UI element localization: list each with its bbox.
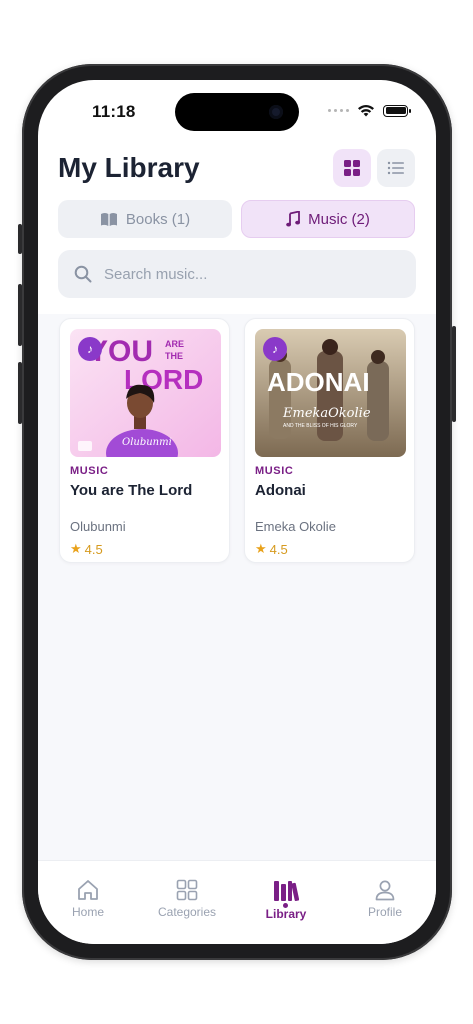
list-view-button[interactable] <box>377 149 415 187</box>
library-card[interactable]: ADONAI EmekaOkolie AND THE BLISS OF HIS … <box>244 318 415 563</box>
tab-music[interactable]: Music (2) <box>241 200 415 238</box>
music-note-icon <box>286 211 301 227</box>
tab-books-label: Books (1) <box>125 210 191 228</box>
book-icon <box>100 212 117 226</box>
search-icon <box>74 265 92 283</box>
home-icon <box>78 880 98 900</box>
signal-icon <box>328 109 349 112</box>
star-icon: ★ <box>255 541 267 556</box>
phone-frame: 11:18 My Library Books (1) Music (2) Sea… <box>18 64 456 960</box>
tab-music-label: Music (2) <box>308 210 370 228</box>
nav-categories-label: Categories <box>157 905 217 919</box>
nav-home[interactable]: Home <box>43 879 133 919</box>
svg-text:ARE: ARE <box>165 339 184 349</box>
page-title: My Library <box>58 152 200 183</box>
music-badge-icon: ♪ <box>263 337 287 361</box>
power-button <box>452 326 456 422</box>
app-screen: 11:18 My Library Books (1) Music (2) Sea… <box>38 80 436 944</box>
item-title: Adonai <box>255 482 306 499</box>
item-rating: ★ 4.5 <box>70 541 103 557</box>
nav-profile-label: Profile <box>367 905 402 919</box>
item-rating: ★ 4.5 <box>255 541 288 557</box>
library-icon <box>274 881 299 902</box>
item-category: MUSIC <box>70 465 109 477</box>
cover-image: YOU ARE THE LORD Olubunmi ♪ <box>70 329 221 457</box>
nav-profile[interactable]: Profile <box>340 879 430 919</box>
item-category: MUSIC <box>255 465 294 477</box>
svg-text:EmekaOkolie: EmekaOkolie <box>282 406 371 421</box>
item-title: You are The Lord <box>70 482 193 499</box>
cover-image: ADONAI EmekaOkolie AND THE BLISS OF HIS … <box>255 329 406 457</box>
mute-switch <box>18 224 22 254</box>
svg-text:THE: THE <box>165 351 183 361</box>
active-indicator <box>283 903 288 908</box>
wifi-icon <box>358 105 374 117</box>
svg-text:Olubunmi: Olubunmi <box>122 437 172 448</box>
svg-text:ADONAI: ADONAI <box>267 367 370 397</box>
nav-categories[interactable]: Categories <box>142 879 232 919</box>
nav-home-label: Home <box>71 905 104 919</box>
grid-view-icon <box>344 160 360 176</box>
item-author: Olubunmi <box>70 519 126 534</box>
tab-books[interactable]: Books (1) <box>58 200 232 238</box>
music-badge-icon: ♪ <box>78 337 102 361</box>
rating-value: 4.5 <box>269 541 288 557</box>
svg-text:AND THE BLISS OF HIS GLORY: AND THE BLISS OF HIS GLORY <box>283 423 358 429</box>
volume-down-button <box>18 362 22 424</box>
camera-icon <box>269 105 283 119</box>
list-view-icon <box>387 161 404 175</box>
nav-library-label: Library <box>265 907 307 921</box>
library-grid: YOU ARE THE LORD Olubunmi ♪ MUSIC You ar… <box>38 314 436 860</box>
search-input[interactable] <box>104 265 384 283</box>
library-card[interactable]: YOU ARE THE LORD Olubunmi ♪ MUSIC You ar… <box>59 318 230 563</box>
bottom-tab-bar: Home Categories Library Profile <box>38 860 436 944</box>
dynamic-island <box>175 93 299 131</box>
nav-library[interactable]: Library <box>241 879 331 921</box>
status-time: 11:18 <box>92 102 136 121</box>
volume-up-button <box>18 284 22 346</box>
rating-value: 4.5 <box>84 541 103 557</box>
grid-view-button[interactable] <box>333 149 371 187</box>
search-bar[interactable] <box>58 250 416 298</box>
item-author: Emeka Okolie <box>255 519 336 534</box>
battery-icon <box>383 104 411 117</box>
status-icons <box>328 104 411 117</box>
grid-icon <box>176 879 198 901</box>
star-icon: ★ <box>70 541 82 556</box>
user-icon <box>375 880 395 901</box>
